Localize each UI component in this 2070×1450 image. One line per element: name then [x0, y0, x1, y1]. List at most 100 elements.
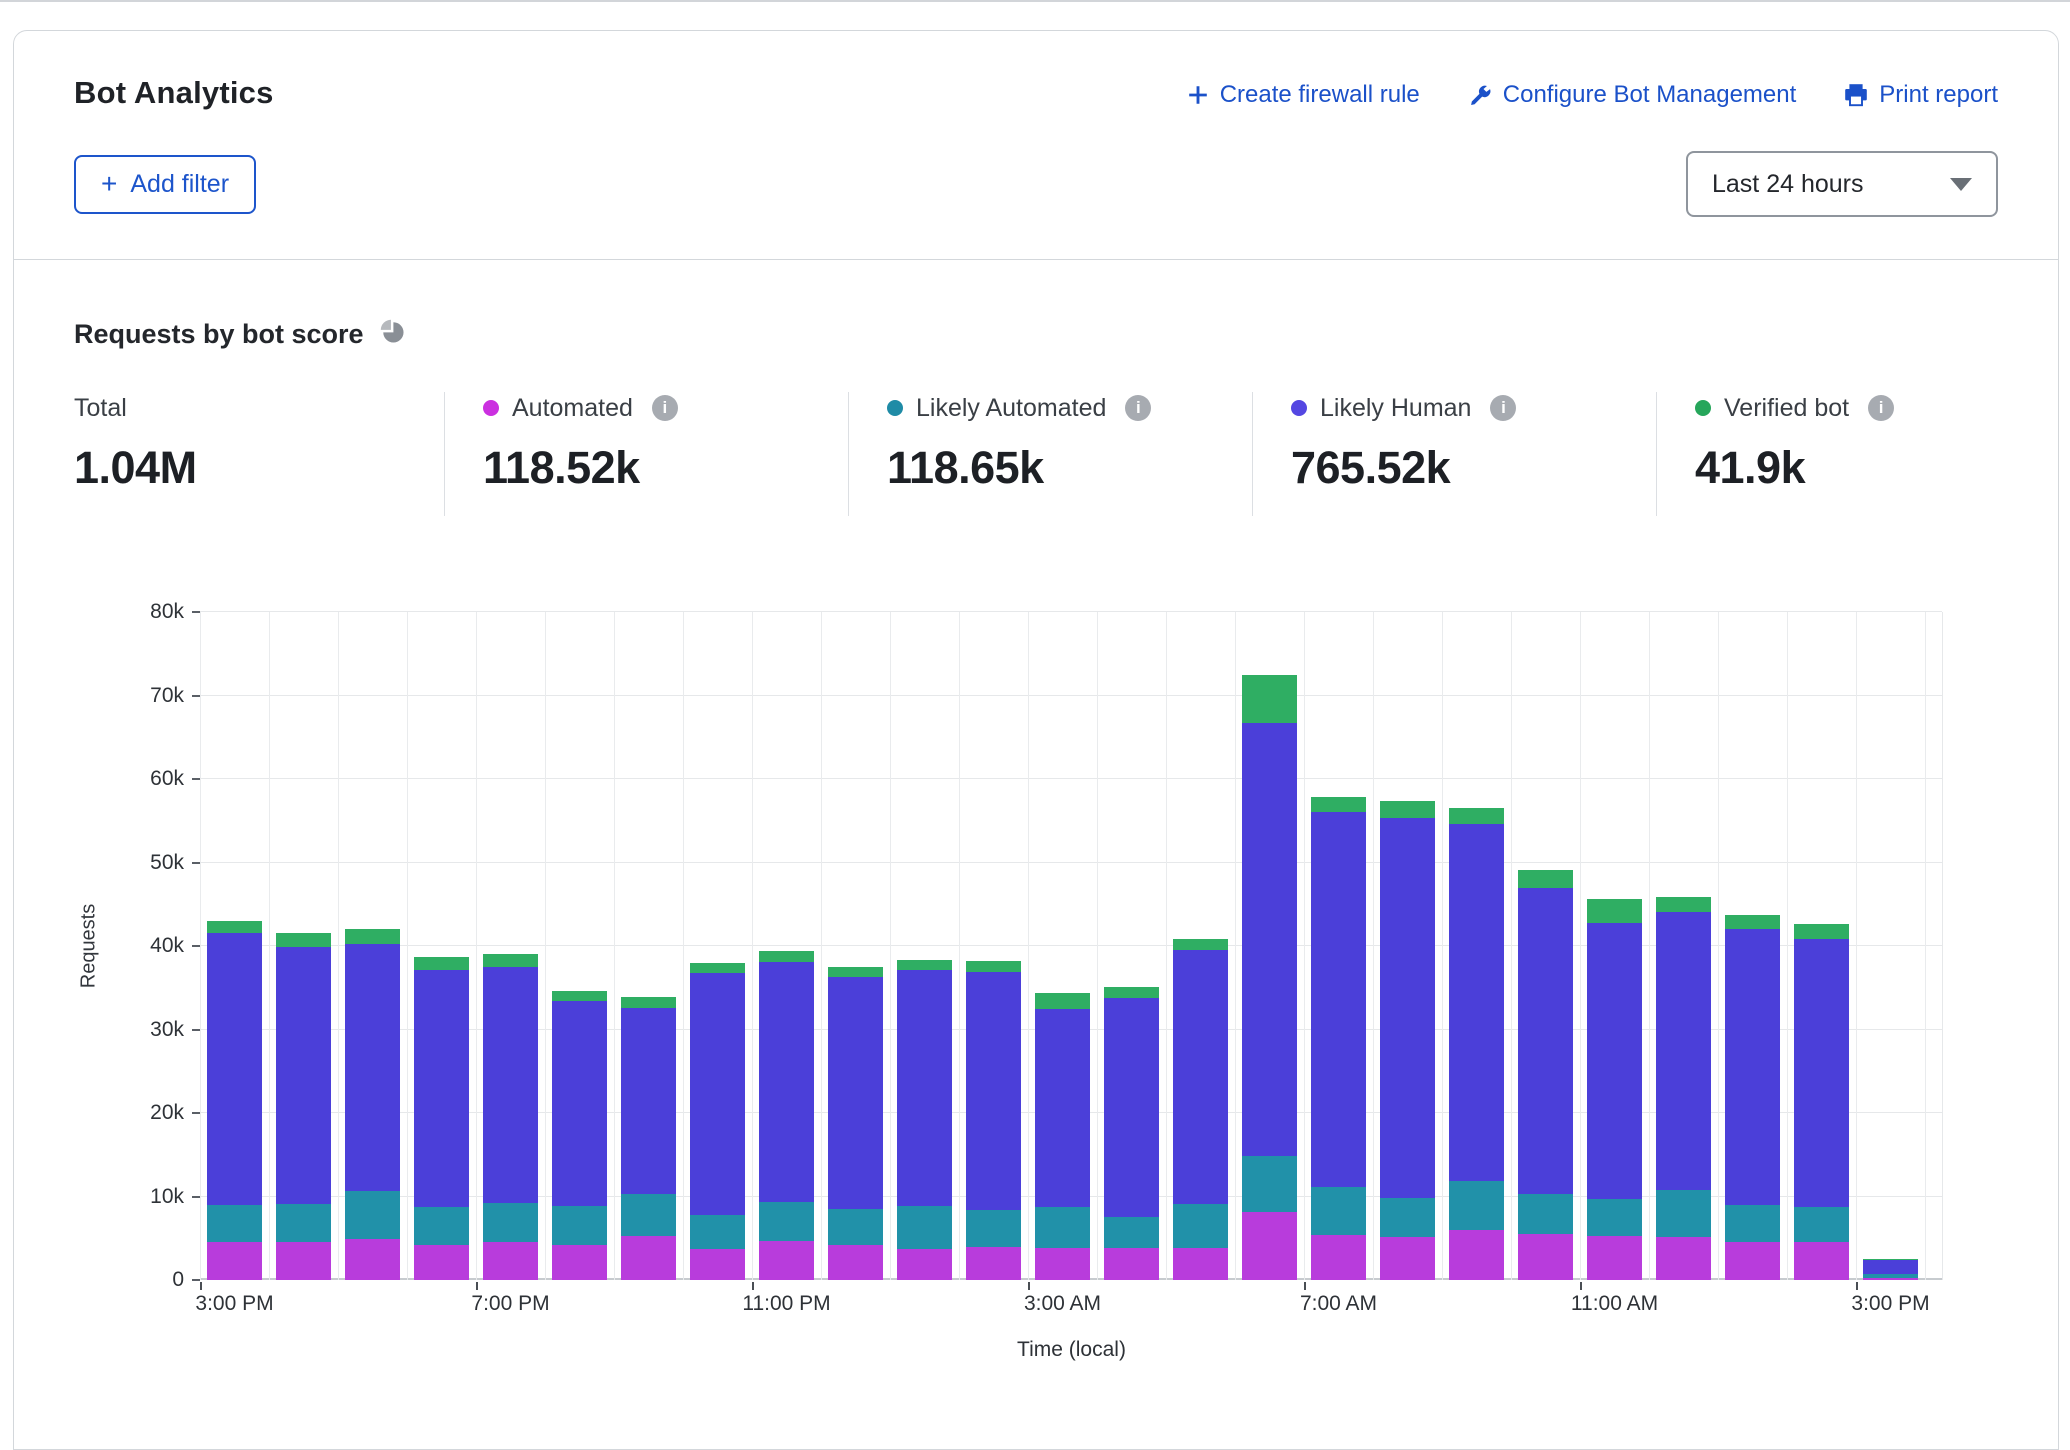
bar-segment-likely-automated: [1104, 1217, 1159, 1249]
y-tick-mark: [192, 778, 200, 780]
plot-wrap: 3:00 PM7:00 PM11:00 PM3:00 AM7:00 AM11:0…: [200, 612, 1943, 1362]
section-header: Requests by bot score: [74, 318, 1998, 350]
stacked-bar-8:00 AM[interactable]: [1380, 801, 1435, 1280]
bar-slot[interactable]: [1235, 612, 1304, 1280]
stat-automated: Automated i 118.52k: [444, 392, 848, 516]
bar-segment-likely-automated: [1311, 1187, 1366, 1235]
bar-segment-likely-automated: [276, 1204, 331, 1242]
bar-slot[interactable]: [614, 612, 683, 1280]
stacked-bar-3:00 PM[interactable]: [207, 921, 262, 1280]
bar-segment-verified-bot: [1656, 897, 1711, 912]
bar-segment-automated: [552, 1245, 607, 1280]
info-icon[interactable]: i: [1868, 395, 1894, 421]
y-tick-mark: [192, 1196, 200, 1198]
x-tick-label: 3:00 AM: [1024, 1292, 1101, 1316]
stacked-bar-9:00 PM[interactable]: [621, 997, 676, 1280]
stacked-bar-11:00 PM[interactable]: [759, 951, 814, 1280]
bar-slot[interactable]: [1442, 612, 1511, 1280]
y-tick-label: 70k: [150, 684, 184, 708]
bar-segment-likely-human: [690, 973, 745, 1215]
stacked-bar-3:00 AM[interactable]: [1035, 993, 1090, 1280]
stacked-bar-9:00 AM[interactable]: [1449, 808, 1504, 1280]
plus-icon: [1187, 84, 1209, 106]
bar-segment-verified-bot: [690, 963, 745, 973]
wrench-icon: [1468, 83, 1492, 107]
bar-slot[interactable]: [1028, 612, 1097, 1280]
print-report-link[interactable]: Print report: [1844, 81, 1998, 109]
stacked-bar-8:00 PM[interactable]: [552, 991, 607, 1280]
y-tick-mark: [192, 1279, 200, 1281]
bar-segment-automated: [414, 1245, 469, 1280]
bar-segment-automated: [1725, 1242, 1780, 1280]
verified-bot-legend-dot: [1695, 400, 1711, 416]
bar-slot[interactable]: [476, 612, 545, 1280]
bar-segment-likely-automated: [1725, 1205, 1780, 1242]
bar-segment-automated: [483, 1242, 538, 1280]
stacked-bar-12:00 AM[interactable]: [828, 967, 883, 1280]
action-label: Create firewall rule: [1220, 81, 1420, 109]
bar-slot[interactable]: [269, 612, 338, 1280]
bar-slot[interactable]: [1511, 612, 1580, 1280]
stacked-bar-4:00 PM[interactable]: [276, 933, 331, 1280]
stacked-bar-10:00 PM[interactable]: [690, 963, 745, 1280]
bar-slot[interactable]: [683, 612, 752, 1280]
stacked-bar-11:00 AM[interactable]: [1587, 899, 1642, 1280]
bar-segment-likely-human: [552, 1001, 607, 1206]
bar-slot[interactable]: [407, 612, 476, 1280]
configure-bot-management-link[interactable]: Configure Bot Management: [1468, 81, 1797, 109]
bar-segment-likely-automated: [759, 1202, 814, 1240]
stacked-bar-10:00 AM[interactable]: [1518, 870, 1573, 1280]
stat-value: 765.52k: [1291, 442, 1636, 494]
stacked-bar-2:00 AM[interactable]: [966, 961, 1021, 1280]
bar-segment-verified-bot: [483, 954, 538, 967]
stacked-bar-6:00 AM[interactable]: [1242, 675, 1297, 1280]
bar-slot[interactable]: [1373, 612, 1442, 1280]
time-range-select[interactable]: Last 24 hours: [1686, 151, 1998, 217]
stacked-bar-5:00 PM[interactable]: [345, 929, 400, 1280]
bar-slot[interactable]: [821, 612, 890, 1280]
bar-segment-verified-bot: [1794, 924, 1849, 940]
bar-slot[interactable]: [545, 612, 614, 1280]
stacked-bar-6:00 PM[interactable]: [414, 957, 469, 1280]
stacked-bar-1:00 AM[interactable]: [897, 960, 952, 1280]
bar-segment-likely-automated: [828, 1209, 883, 1245]
stacked-bar-4:00 AM[interactable]: [1104, 987, 1159, 1280]
stacked-bar-7:00 AM[interactable]: [1311, 797, 1366, 1280]
bar-segment-likely-automated: [1242, 1156, 1297, 1213]
bar-segment-verified-bot: [759, 951, 814, 962]
bar-slot[interactable]: [1718, 612, 1787, 1280]
stacked-bar-7:00 PM[interactable]: [483, 954, 538, 1280]
bar-segment-likely-automated: [552, 1206, 607, 1245]
stacked-bar-2:00 PM[interactable]: [1794, 924, 1849, 1280]
bar-segment-verified-bot: [897, 960, 952, 970]
add-filter-button[interactable]: + Add filter: [74, 155, 256, 214]
bar-segment-verified-bot: [1449, 808, 1504, 824]
bar-slot[interactable]: [752, 612, 821, 1280]
info-icon[interactable]: i: [652, 395, 678, 421]
bar-slot[interactable]: [1304, 612, 1373, 1280]
bar-slot[interactable]: [1097, 612, 1166, 1280]
stacked-bar-5:00 AM[interactable]: [1173, 939, 1228, 1280]
bar-segment-automated: [345, 1239, 400, 1280]
create-firewall-rule-link[interactable]: Create firewall rule: [1187, 81, 1420, 109]
bar-segment-automated: [1587, 1236, 1642, 1280]
info-icon[interactable]: i: [1490, 395, 1516, 421]
info-icon[interactable]: i: [1125, 395, 1151, 421]
bar-slot[interactable]: [959, 612, 1028, 1280]
stacked-bar-1:00 PM[interactable]: [1725, 915, 1780, 1280]
bar-slot[interactable]: [1787, 612, 1856, 1280]
bar-slot[interactable]: [338, 612, 407, 1280]
bar-slot[interactable]: [1580, 612, 1649, 1280]
y-tick-mark: [192, 1029, 200, 1031]
bar-slot[interactable]: [1856, 612, 1925, 1280]
stacked-bar-3:00 PM[interactable]: [1863, 1259, 1918, 1280]
bar-slot[interactable]: [890, 612, 959, 1280]
bar-slot[interactable]: [1166, 612, 1235, 1280]
stacked-bar-12:00 PM[interactable]: [1656, 897, 1711, 1280]
x-tick-mark: [1580, 1282, 1582, 1290]
bar-slot[interactable]: [200, 612, 269, 1280]
bar-slot[interactable]: [1649, 612, 1718, 1280]
bar-segment-automated: [1173, 1248, 1228, 1280]
bar-segment-likely-human: [483, 967, 538, 1203]
likely-automated-legend-dot: [887, 400, 903, 416]
